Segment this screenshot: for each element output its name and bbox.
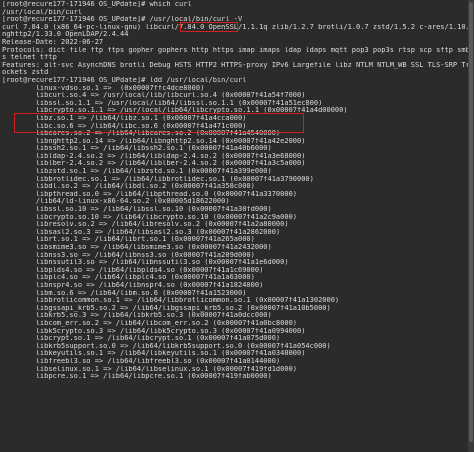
scrollbar-thumb[interactable] — [469, 2, 473, 442]
terminal-line: libplc4.so => /lib64/libplc4.so (0x00007… — [2, 274, 255, 282]
terminal-line: /usr/local/bin/curl — [2, 8, 83, 16]
terminal-line: libssl.so.10 => /lib64/libssl.so.10 (0x0… — [2, 206, 272, 214]
terminal-line: libldap-2.4.so.2 => /lib64/libldap-2.4.s… — [2, 152, 306, 160]
terminal-line: libcurl.so.4 => /usr/local/lib/libcurl.s… — [2, 92, 306, 100]
terminal-line: libresolv.so.2 => /lib64/libresolv.so.2 … — [2, 221, 289, 229]
terminal-line: libfreebl3.so => /lib64/libfreebl3.so (0… — [2, 357, 281, 365]
terminal-line: curl 7.84.0 (x86_64-pc-linux-gnu) libcur… — [2, 23, 474, 31]
terminal-line: libnssutil3.so => /lib64/libnssutil3.so … — [2, 259, 289, 267]
terminal-line: s telnet tftp — [2, 54, 57, 62]
terminal-line: libk5crypto.so.3 => /lib64/libk5crypto.s… — [2, 327, 306, 335]
terminal-line: libsasl2.so.3 => /lib64/libsasl2.so.3 (0… — [2, 228, 281, 236]
terminal-line: libnspr4.so => /lib64/libnspr4.so (0x000… — [2, 281, 264, 289]
terminal-line: libnss3.so => /lib64/libnss3.so (0x00007… — [2, 251, 255, 259]
terminal-line: libplds4.so => /lib64/libplds4.so (0x000… — [2, 266, 264, 274]
terminal-line: liblber-2.4.so.2 => /lib64/liblber-2.4.s… — [2, 160, 306, 168]
terminal-line: libsmime3.so => /lib64/libsmime3.so (0x0… — [2, 244, 272, 251]
terminal-output: [root@recure177-171946 OS_UPdate]# which… — [2, 1, 474, 381]
terminal-window[interactable]: [root@recure177-171946 OS_UPdate]# which… — [0, 0, 474, 452]
terminal-line: /lib64/ld-linux-x86-64.so.2 (0x00005d186… — [2, 198, 230, 206]
terminal-line: [root@recure177-171946 OS_UPdate]# /usr/… — [2, 16, 243, 24]
terminal-line: ockets zstd — [2, 69, 49, 77]
terminal-line: libcom_err.so.2 => /lib64/libcom_err.so.… — [2, 319, 298, 327]
terminal-line: libcrypt.so.1 => /lib64/libcrypt.so.1 (0… — [2, 335, 281, 343]
terminal-line: Release-Date: 2022-06-27 — [2, 38, 104, 46]
terminal-line: libcrypto.so.1.1 => /usr/local/lib64/lib… — [2, 107, 348, 115]
terminal-line: libkeyutils.so.1 => /lib64/libkeyutils.s… — [2, 350, 306, 358]
terminal-line: [root@recure177-171946 OS_UPdate]# which… — [2, 1, 192, 8]
terminal-line: libc.so.6 => /lib64/libc.so.6 (0x00007f4… — [2, 122, 247, 130]
terminal-line: libkrb5.so.3 => /lib64/libkrb5.so.3 (0x0… — [2, 312, 272, 320]
terminal-line: libm.so.6 => /lib64/libm.so.6 (0x00007f4… — [2, 289, 247, 297]
terminal-line: Features: alt-svc AsynchDNS brotli Debug… — [2, 61, 474, 69]
terminal-line: libz.so.1 => /lib64/libz.so.1 (0x00007f4… — [2, 114, 247, 122]
terminal-line: librt.so.1 => /lib64/librt.so.1 (0x00007… — [2, 236, 255, 244]
terminal-line: Protocols: dict file ftp ftps gopher gop… — [2, 46, 470, 54]
terminal-line: libgssapi_krb5.so.2 => /lib64/libgssapi_… — [2, 304, 331, 312]
terminal-scrollbar[interactable] — [468, 0, 474, 452]
terminal-line: libzstd.so.1 => /lib64/libzstd.so.1 (0x0… — [2, 168, 272, 176]
terminal-line: libselinux.so.1 => /lib64/libselinux.so.… — [2, 365, 298, 373]
terminal-line: libpthread.so.0 => /lib64/libpthread.so.… — [2, 190, 298, 198]
terminal-line: libnghttp2.so.14 => /lib64/libnghttp2.so… — [2, 137, 306, 145]
terminal-line: libpcre.so.1 => /lib64/libpcre.so.1 (0x0… — [2, 373, 272, 381]
terminal-line: libbrotlicommon.so.1 => /lib64/libbrotli… — [2, 297, 340, 305]
terminal-line: linux-vdso.so.1 => (0x00007ffc4dce8000) — [2, 84, 205, 92]
terminal-line: libcares.so.2 => /lib64/libcares.so.2 (0… — [2, 130, 281, 138]
terminal-line: libbrotlidec.so.1 => /lib64/libbrotlidec… — [2, 175, 314, 183]
terminal-line: libdl.so.2 => /lib64/libdl.so.2 (0x00007… — [2, 183, 255, 191]
terminal-line: libssh2.so.1 => /lib64/libssh2.so.1 (0x0… — [2, 145, 272, 153]
terminal-line: libkrb5support.so.0 => /lib64/libkrb5sup… — [2, 342, 331, 350]
terminal-line: nghttp2/1.33.0 OpenLDAP/2.4.44 — [2, 31, 129, 39]
terminal-line: libcrypto.so.10 => /lib64/libcrypto.so.1… — [2, 213, 298, 221]
terminal-line: libssl.so.1.1 => /usr/local/lib64/libssl… — [2, 99, 323, 107]
terminal-line: [root@recure177-171946 OS_UPdate]# ldd /… — [2, 76, 247, 84]
